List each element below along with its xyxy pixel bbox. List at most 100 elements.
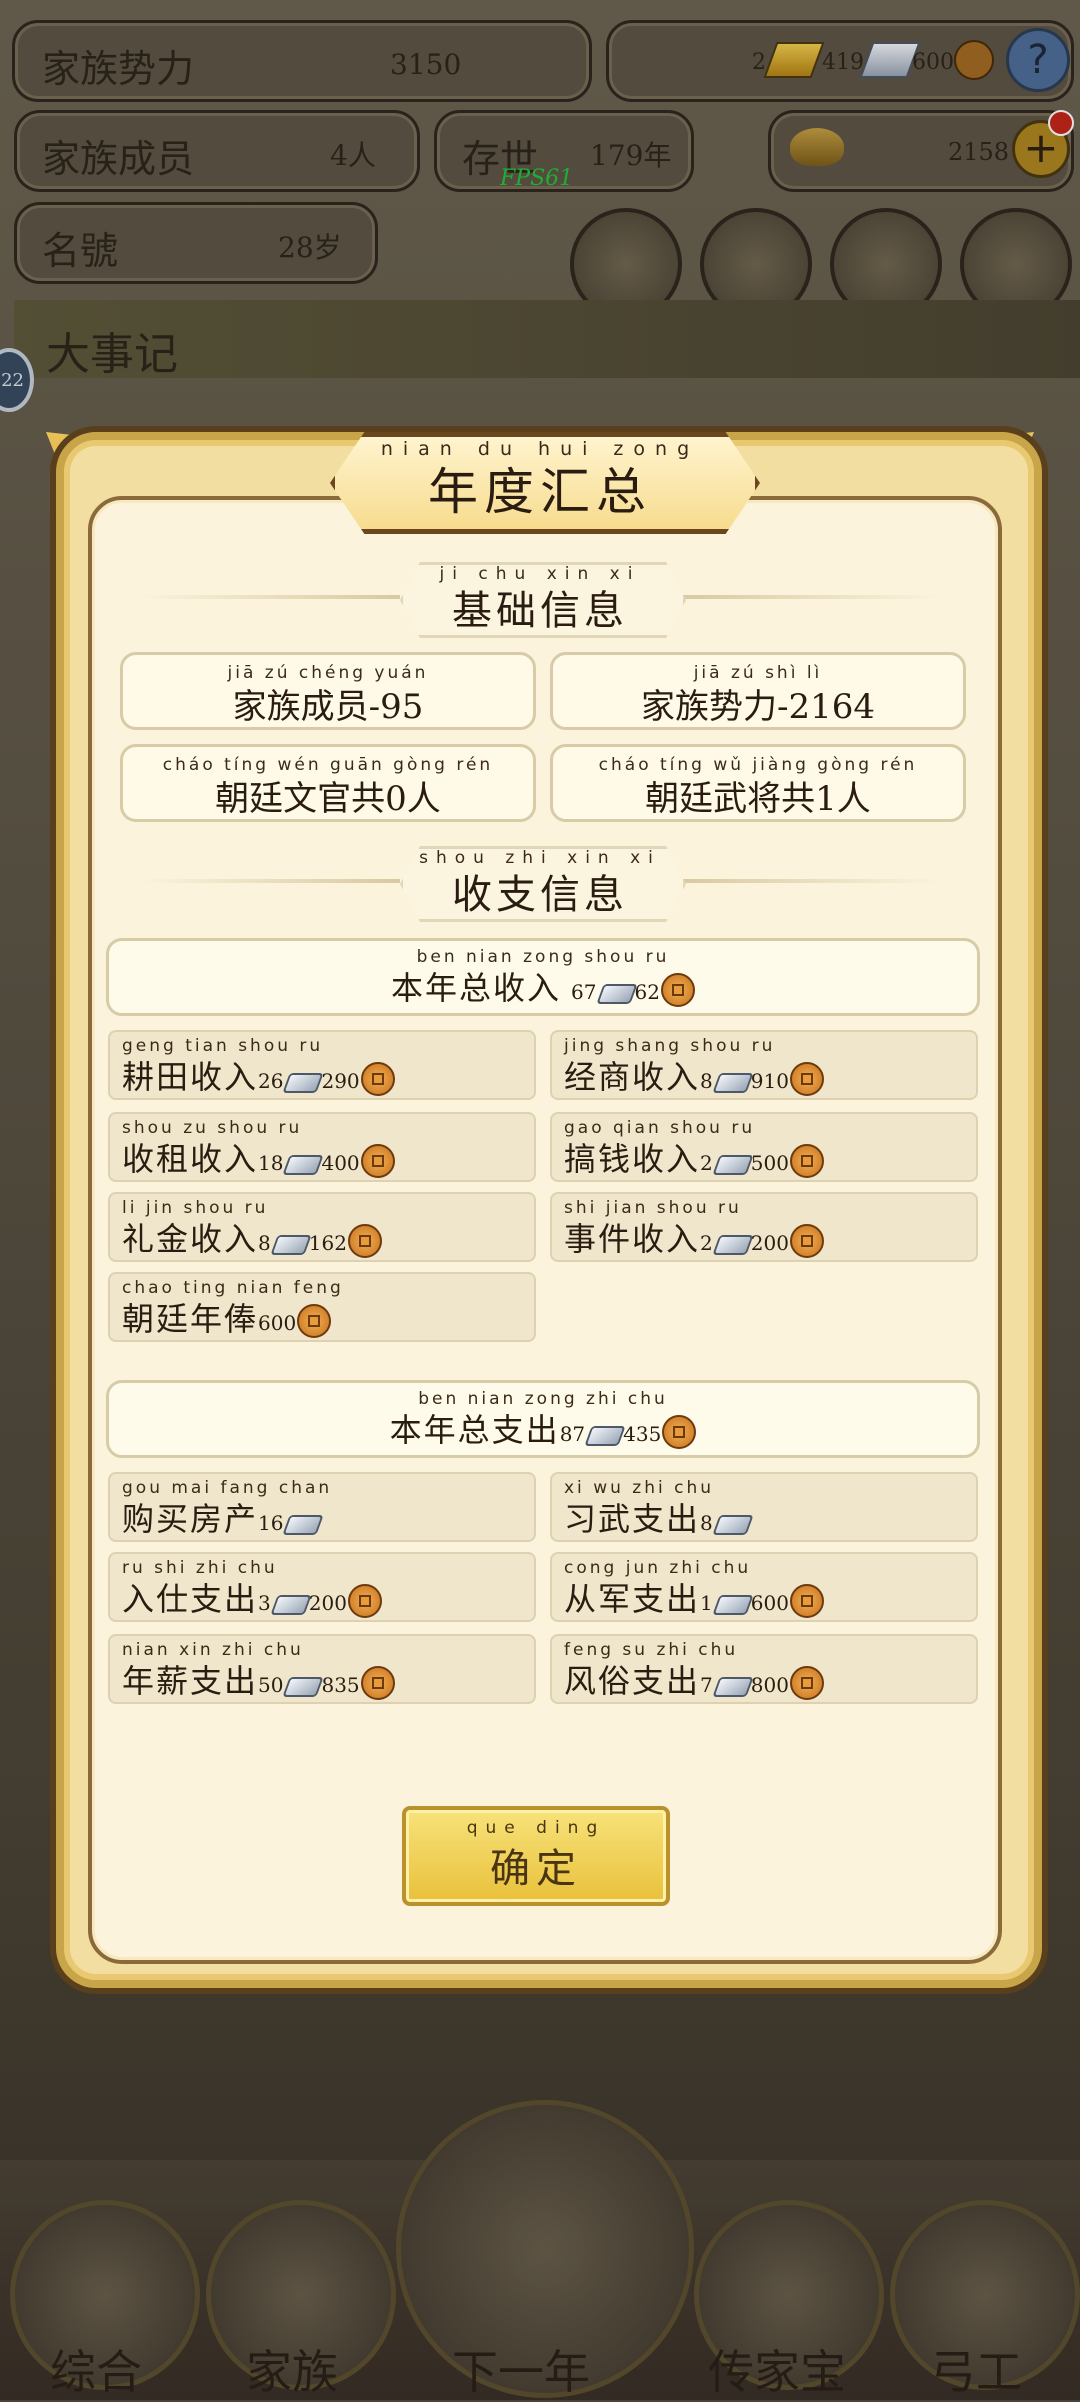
silver-icon <box>586 1423 622 1447</box>
income-item: jing shang shou ru 经商收入 8 910 <box>550 1030 978 1100</box>
expense-total-silver: 87 <box>559 1422 586 1446</box>
finance-info-title: 收支信息 <box>452 872 628 918</box>
expense-item: xi wu zhi chu 习武支出 8 <box>550 1472 978 1542</box>
info-power-text: 家族势力-2164 <box>640 687 875 727</box>
expense-item-label: 购买房产 <box>122 1500 259 1538</box>
silver-icon <box>284 1152 320 1176</box>
income-item: shou zu shou ru 收租收入 18 400 <box>108 1112 536 1182</box>
income-total-label: 本年总收入 <box>391 969 562 1007</box>
income-item: geng tian shou ru 耕田收入 26 290 <box>108 1030 536 1100</box>
header-divider-right <box>680 879 940 883</box>
expense-item: feng su zhi chu 风俗支出 7 800 <box>550 1634 978 1704</box>
expense-item-coins: 835 <box>321 1673 360 1697</box>
income-item-silver: 2 <box>700 1151 713 1175</box>
info-military-generals-text: 朝廷武将共1人 <box>645 779 871 819</box>
silver-icon <box>714 1152 750 1176</box>
header-divider-right <box>680 595 940 599</box>
income-item-coins: 500 <box>750 1151 789 1175</box>
expense-item-label: 从军支出 <box>564 1580 701 1618</box>
expense-item-label: 入仕支出 <box>122 1580 259 1618</box>
expense-item-coins: 200 <box>308 1591 347 1615</box>
coin-icon <box>347 1224 382 1258</box>
expense-item-coins: 800 <box>750 1673 789 1697</box>
income-total-coins: 62 <box>634 980 660 1004</box>
coin-icon <box>660 973 695 1007</box>
modal-title: 年度汇总 <box>428 463 652 521</box>
income-item-label: 搞钱收入 <box>564 1140 701 1178</box>
silver-icon <box>284 1070 320 1094</box>
expense-item-silver: 8 <box>700 1511 713 1535</box>
income-item: li jin shou ru 礼金收入 8 162 <box>108 1192 536 1262</box>
expense-item-silver: 50 <box>258 1673 284 1697</box>
income-item-label: 朝廷年俸 <box>122 1300 259 1338</box>
income-item-coins: 290 <box>321 1069 360 1093</box>
silver-icon <box>714 1512 750 1536</box>
coin-icon <box>789 1224 824 1258</box>
income-item-silver: 2 <box>700 1231 713 1255</box>
info-civil-officials-box: cháo tíng wén guān gòng rén 朝廷文官共0人 <box>120 744 536 822</box>
confirm-label: 确定 <box>490 1846 582 1892</box>
header-divider-left <box>140 879 400 883</box>
income-item-silver: 26 <box>258 1069 284 1093</box>
silver-icon <box>272 1592 308 1616</box>
expense-item-silver: 7 <box>700 1673 713 1697</box>
expense-item-label: 风俗支出 <box>564 1662 701 1700</box>
expense-total-label: 本年总支出 <box>389 1411 560 1449</box>
coin-icon <box>789 1062 824 1096</box>
coin-icon <box>789 1144 824 1178</box>
income-item: gao qian shou ru 搞钱收入 2 500 <box>550 1112 978 1182</box>
income-item-coins: 162 <box>308 1231 347 1255</box>
income-item-coins: 200 <box>750 1231 789 1255</box>
income-item-label: 事件收入 <box>564 1220 701 1258</box>
info-members-box: jiā zú chéng yuán 家族成员-95 <box>120 652 536 730</box>
income-item-coins: 400 <box>321 1151 360 1175</box>
silver-icon <box>714 1232 750 1256</box>
info-civil-officials-text: 朝廷文官共0人 <box>215 779 441 819</box>
income-item-label: 经商收入 <box>564 1058 701 1096</box>
coin-icon <box>360 1666 395 1700</box>
expense-item-silver: 3 <box>258 1591 271 1615</box>
income-item: shi jian shou ru 事件收入 2 200 <box>550 1192 978 1262</box>
basic-info-title: 基础信息 <box>452 588 628 634</box>
silver-icon <box>598 981 634 1005</box>
coin-icon <box>360 1144 395 1178</box>
expense-item-silver: 1 <box>700 1591 713 1615</box>
expense-item-coins: 600 <box>750 1591 789 1615</box>
basic-info-header: ji chu xin xi 基础信息 <box>140 562 940 638</box>
expense-item-label: 年薪支出 <box>122 1662 259 1700</box>
header-divider-left <box>140 595 400 599</box>
expense-total-box: ben nian zong zhi chu 本年总支出 87 435 <box>106 1380 980 1458</box>
income-total-box: ben nian zong shou ru 本年总收入 67 62 <box>106 938 980 1016</box>
coin-icon <box>347 1584 382 1618</box>
silver-icon <box>272 1232 308 1256</box>
coin-icon <box>297 1304 332 1338</box>
income-item-silver: 8 <box>700 1069 713 1093</box>
income-item-label: 收租收入 <box>122 1140 259 1178</box>
income-item-coins: 910 <box>750 1069 789 1093</box>
finance-info-header: shou zhi xin xi 收支信息 <box>140 846 940 922</box>
expense-item: gou mai fang chan 购买房产 16 <box>108 1472 536 1542</box>
income-total-silver: 67 <box>571 980 597 1004</box>
silver-icon <box>284 1512 320 1536</box>
confirm-pinyin: que ding <box>466 1818 606 1838</box>
income-item-coins: 600 <box>258 1311 297 1335</box>
expense-item: ru shi zhi chu 入仕支出 3 200 <box>108 1552 536 1622</box>
silver-icon <box>714 1674 750 1698</box>
income-item-silver: 18 <box>258 1151 284 1175</box>
income-item-label: 耕田收入 <box>122 1058 259 1096</box>
income-item-label: 礼金收入 <box>122 1220 259 1258</box>
coin-icon <box>360 1062 395 1096</box>
income-item: chao ting nian feng 朝廷年俸 600 <box>108 1272 536 1342</box>
silver-icon <box>714 1070 750 1094</box>
info-power-box: jiā zú shì lì 家族势力-2164 <box>550 652 966 730</box>
confirm-button[interactable]: que ding 确定 <box>402 1806 670 1906</box>
expense-item-label: 习武支出 <box>564 1500 701 1538</box>
coin-icon <box>662 1415 697 1449</box>
silver-icon <box>714 1592 750 1616</box>
expense-item: nian xin zhi chu 年薪支出 50 835 <box>108 1634 536 1704</box>
expense-item-silver: 16 <box>258 1511 284 1535</box>
info-members-text: 家族成员-95 <box>232 687 424 727</box>
income-item-silver: 8 <box>258 1231 271 1255</box>
expense-total-coins: 435 <box>623 1422 662 1446</box>
silver-icon <box>284 1674 320 1698</box>
